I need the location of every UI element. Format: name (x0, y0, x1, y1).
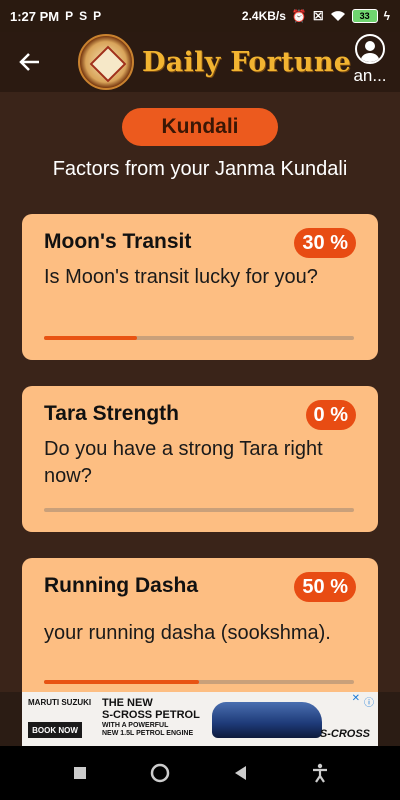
user-account-button[interactable]: an... (350, 34, 390, 86)
skype-icon: S (79, 9, 88, 23)
card-description: Is Moon's transit lucky for you? (44, 266, 318, 288)
ad-headline-line-1: THE NEW (102, 697, 153, 709)
progress-bar (44, 680, 354, 684)
back-nav-icon[interactable] (225, 758, 255, 788)
charging-icon: ϟ (383, 9, 390, 23)
section-subtitle: Factors from your Janma Kundali (52, 158, 348, 180)
ad-car-image (212, 702, 322, 738)
notification-p-icon: P (65, 9, 74, 23)
ad-model: S-CROSS (319, 728, 370, 740)
app-title: Daily Fortune (142, 46, 352, 78)
accessibility-icon[interactable] (305, 758, 335, 788)
sim-icon: ☒ (312, 9, 324, 23)
recents-icon[interactable] (65, 758, 95, 788)
factor-card-moons-transit[interactable]: Moon's Transit 30 % Is Moon's transit lu… (22, 214, 378, 360)
main-content: Kundali Factors from your Janma Kundali … (0, 92, 400, 692)
ad-info-icon[interactable]: ⓘ (364, 694, 374, 709)
status-bar: 1:27 PM P S P 2.4KB/s ⏰ ☒ 33 ϟ (0, 0, 400, 32)
ad-banner[interactable]: MARUTI SUZUKI BOOK NOW THE NEW S-CROSS P… (22, 692, 378, 746)
factor-card-tara-strength[interactable]: Tara Strength 0 % Do you have a strong T… (22, 386, 378, 532)
ad-brand: MARUTI SUZUKI (28, 698, 92, 707)
ad-headline-line-2: S-CROSS PETROL (102, 709, 200, 721)
app-bar: Daily Fortune an... (0, 32, 400, 92)
user-avatar-icon (355, 34, 385, 64)
ad-book-now-button[interactable]: BOOK NOW (28, 722, 82, 738)
notification-p2-icon: P (93, 9, 102, 23)
ad-subtext-line-2: NEW 1.5L PETROL ENGINE (102, 730, 194, 737)
home-icon[interactable] (145, 758, 175, 788)
card-description: your running dasha (sookshma). (44, 622, 331, 644)
ad-subtext-line-1: WITH A POWERFUL (102, 722, 169, 729)
network-speed: 2.4KB/s (241, 9, 286, 23)
percent-badge: 0 % (305, 400, 356, 430)
percent-badge: 50 % (294, 572, 356, 602)
ad-subtext: WITH A POWERFUL NEW 1.5L PETROL ENGINE (102, 722, 193, 738)
progress-bar (44, 336, 354, 340)
ad-close-icon[interactable]: ✕ (352, 693, 360, 704)
battery-icon: 33 (351, 9, 378, 23)
ad-headline: THE NEW S-CROSS PETROL (102, 697, 200, 721)
user-name: an... (353, 66, 387, 85)
card-description: Do you have a strong Tara right now? (44, 438, 323, 487)
progress-bar (44, 508, 354, 512)
app-logo (78, 34, 134, 90)
back-arrow-icon[interactable] (10, 42, 50, 82)
progress-fill (44, 336, 137, 340)
system-nav-bar (0, 746, 400, 800)
progress-fill (44, 680, 199, 684)
factor-card-running-dasha[interactable]: Running Dasha 50 % your running dasha (s… (22, 558, 378, 692)
wifi-icon (330, 10, 346, 22)
percent-badge: 30 % (294, 228, 356, 258)
kundali-pill: Kundali (122, 108, 278, 146)
alarm-icon: ⏰ (291, 9, 307, 23)
clock-text: 1:27 PM (10, 8, 60, 24)
